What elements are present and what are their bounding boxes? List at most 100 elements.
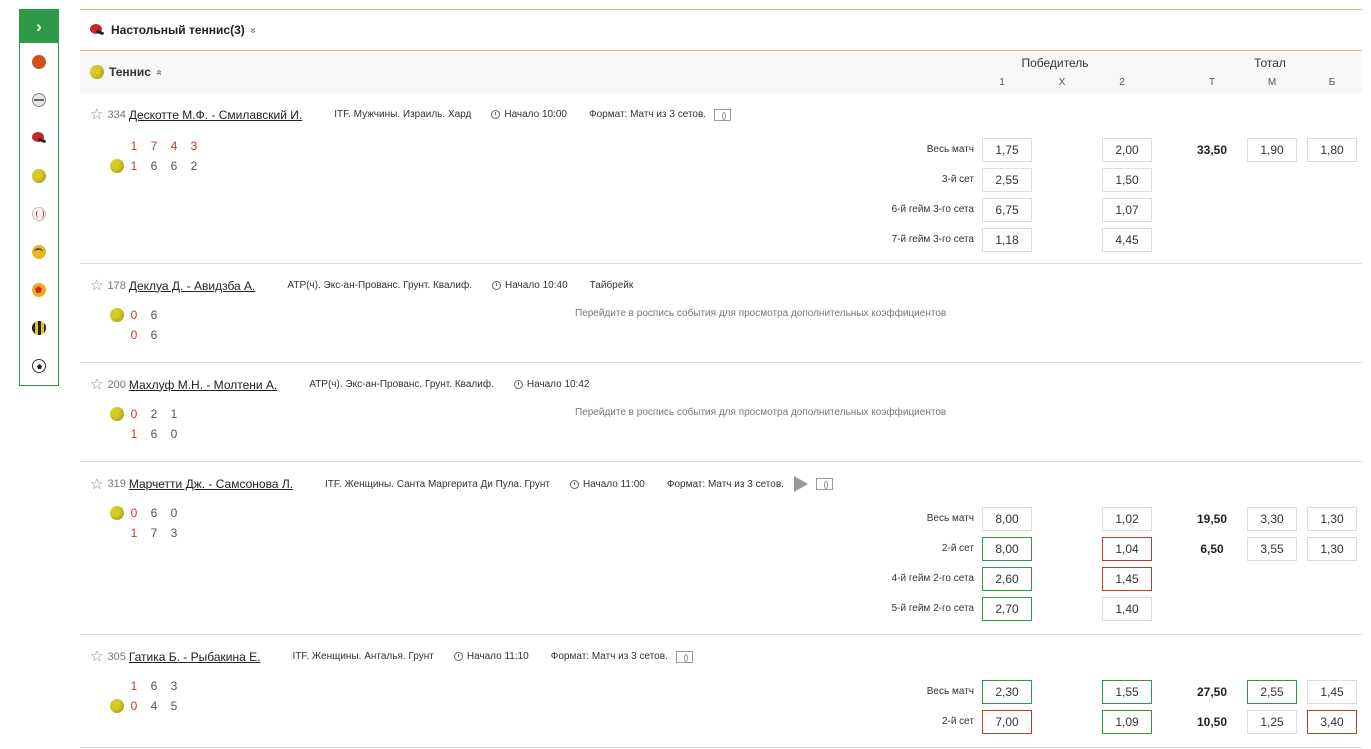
event-number: 319 <box>107 478 126 490</box>
winner-column-header: Победитель <box>1021 56 1089 70</box>
favorite-star-icon[interactable]: ☆ <box>90 278 103 293</box>
score-cell: 1 <box>130 427 138 441</box>
event-number: 334 <box>107 108 126 121</box>
score-cell: 0 <box>130 407 138 421</box>
odd-button-under[interactable]: 3,30 <box>1247 507 1297 531</box>
chevron-down-icon[interactable]: » <box>247 27 258 33</box>
stripe-ball-icon <box>32 321 46 335</box>
odd-button-2[interactable]: 1,55 <box>1102 680 1152 704</box>
score-cell: 6 <box>150 159 158 173</box>
odd-button-1[interactable]: 2,30 <box>982 680 1032 704</box>
clock-icon <box>453 652 463 661</box>
sidebar-item-handball[interactable] <box>20 271 58 309</box>
score-cell: 6 <box>150 679 158 693</box>
odd-button-over[interactable]: 1,45 <box>1307 680 1357 704</box>
table-tennis-section-header[interactable]: Настольный теннис(3) » <box>80 9 1362 51</box>
chevron-up-icon[interactable]: » <box>153 69 164 75</box>
odd-button-2[interactable]: 1,07 <box>1102 198 1152 222</box>
odd-button-1[interactable]: 8,00 <box>982 507 1032 531</box>
score-cell: 6 <box>170 159 178 173</box>
event-name-link[interactable]: Марчетти Дж. - Самсонова Л. <box>129 477 293 491</box>
sidebar-item-soccer[interactable] <box>20 347 58 385</box>
play-icon[interactable] <box>793 476 808 492</box>
odd-button-2[interactable]: 1,50 <box>1102 168 1152 192</box>
serving-ball-icon <box>110 308 124 322</box>
sidebar-item-baseball[interactable] <box>20 195 58 233</box>
section-title[interactable]: Теннис <box>109 65 151 79</box>
bet-label: 2-й сет <box>941 543 974 554</box>
odd-button-1[interactable]: 1,18 <box>982 228 1032 252</box>
volleyball-icon <box>32 245 46 259</box>
favorite-star-icon[interactable]: ☆ <box>90 377 103 392</box>
score-cell: 1 <box>130 139 138 153</box>
odd-button-over[interactable]: 1,30 <box>1307 507 1357 531</box>
odd-button-2[interactable]: 4,45 <box>1102 228 1152 252</box>
serve-placeholder <box>110 139 124 153</box>
event-name-link[interactable]: Деклуа Д. - Авидзба А. <box>129 279 256 293</box>
odd-button-under[interactable]: 1,25 <box>1247 710 1297 734</box>
sidebar-item-basketball[interactable] <box>20 43 58 81</box>
score-cell: 1 <box>130 159 138 173</box>
events-panel: Настольный теннис(3) » Теннис » Победите… <box>80 9 1362 748</box>
soccer-icon <box>32 359 46 373</box>
odd-button-under[interactable]: 2,55 <box>1247 680 1297 704</box>
sidebar-item-hockey[interactable] <box>20 81 58 119</box>
score-cell: 6 <box>150 328 158 342</box>
odd-button-1[interactable]: 7,00 <box>982 710 1032 734</box>
odd-button-2[interactable]: 1,02 <box>1102 507 1152 531</box>
sidebar-item-table-tennis[interactable] <box>20 119 58 157</box>
odd-button-2[interactable]: 2,00 <box>1102 138 1152 162</box>
bet-label: 7-й гейм 3-го сета <box>891 234 974 245</box>
baseball-icon <box>32 207 46 221</box>
total-value: 27,50 <box>1196 685 1228 699</box>
score-cell: 0 <box>170 506 178 520</box>
odd-button-1[interactable]: 8,00 <box>982 537 1032 561</box>
event-number: 200 <box>107 378 126 391</box>
total-value: 6,50 <box>1200 542 1224 556</box>
clock-icon <box>491 110 501 119</box>
score-cell: 6 <box>150 308 158 322</box>
favorite-star-icon[interactable]: ☆ <box>90 649 103 664</box>
sidebar-item-tennis[interactable] <box>20 157 58 195</box>
score-cell: 5 <box>170 699 178 713</box>
event-format: Тайбрейк <box>589 280 634 291</box>
favorite-star-icon[interactable]: ☆ <box>90 477 103 492</box>
field-icon[interactable] <box>815 478 833 490</box>
odd-button-under[interactable]: 3,55 <box>1247 537 1297 561</box>
odd-button-2[interactable]: 1,04 <box>1102 537 1152 561</box>
sidebar-item-stripe-ball[interactable] <box>20 309 58 347</box>
event-row: ☆ 319 Марчетти Дж. - Самсонова Л. ITF. Ж… <box>80 462 1362 635</box>
odd-button-1[interactable]: 2,55 <box>982 168 1032 192</box>
odd-button-1[interactable]: 1,75 <box>982 138 1032 162</box>
odd-button-2[interactable]: 1,09 <box>1102 710 1152 734</box>
event-start-time: Начало 10:42 <box>526 379 590 390</box>
score-cell: 7 <box>150 526 158 540</box>
odd-button-1[interactable]: 2,60 <box>982 567 1032 591</box>
bet-label: 6-й гейм 3-го сета <box>891 204 974 215</box>
bet-label: 4-й гейм 2-го сета <box>891 573 974 584</box>
sidebar-expand-button[interactable]: › <box>20 10 58 43</box>
odd-button-over[interactable]: 1,30 <box>1307 537 1357 561</box>
favorite-star-icon[interactable]: ☆ <box>90 107 103 122</box>
event-format: Формат: Матч из 3 сетов. <box>550 651 668 662</box>
field-icon[interactable] <box>714 108 732 121</box>
event-league: ITF. Женщины. Анталья. Грунт <box>292 651 434 662</box>
score-cell: 0 <box>130 699 138 713</box>
odd-button-under[interactable]: 1,90 <box>1247 138 1297 162</box>
event-name-link[interactable]: Дескотте М.Ф. - Смилавский И. <box>129 108 302 122</box>
odd-button-2[interactable]: 1,40 <box>1102 597 1152 621</box>
odd-button-2[interactable]: 1,45 <box>1102 567 1152 591</box>
col-x-header: X <box>1058 77 1066 88</box>
event-name-link[interactable]: Гатика Б. - Рыбакина Е. <box>129 650 261 664</box>
odd-button-1[interactable]: 2,70 <box>982 597 1032 621</box>
odd-button-1[interactable]: 6,75 <box>982 198 1032 222</box>
event-league: ITF. Мужчины. Израиль. Хард <box>334 109 472 120</box>
odd-button-over[interactable]: 3,40 <box>1307 710 1357 734</box>
field-icon[interactable] <box>675 650 693 663</box>
score-cell: 1 <box>170 407 178 421</box>
sidebar-item-volleyball[interactable] <box>20 233 58 271</box>
table-tennis-icon <box>31 132 47 144</box>
odd-button-over[interactable]: 1,80 <box>1307 138 1357 162</box>
event-name-link[interactable]: Махлуф М.Н. - Молтени А. <box>129 378 277 392</box>
score-cell: 4 <box>150 699 158 713</box>
